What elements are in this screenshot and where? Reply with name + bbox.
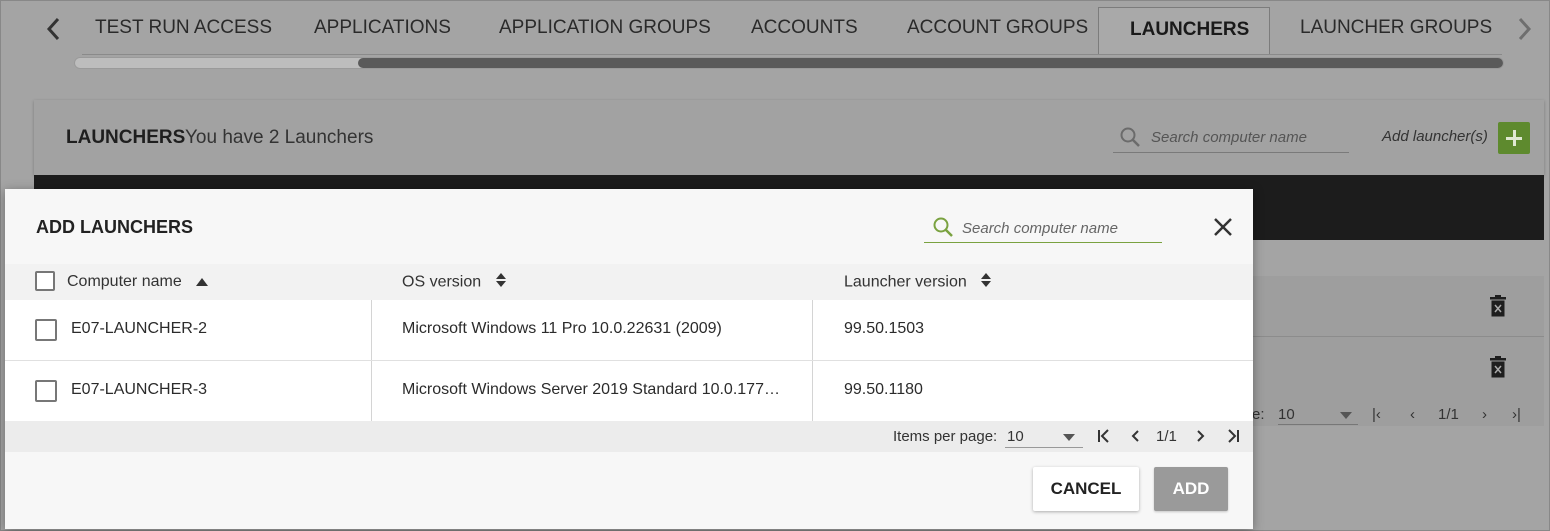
trash-icon[interactable] (1490, 356, 1506, 378)
column-divider (812, 361, 813, 421)
cell-os-version: Microsoft Windows 11 Pro 10.0.22631 (200… (402, 320, 722, 337)
chevron-down-icon (1340, 412, 1352, 419)
sort-icon[interactable] (495, 273, 506, 292)
dialog-search-input[interactable] (962, 218, 1157, 238)
items-per-page-select[interactable]: 10 (1005, 425, 1083, 448)
sort-ascending-icon[interactable] (196, 273, 209, 291)
row-checkbox[interactable] (35, 380, 57, 402)
first-page-icon[interactable] (1095, 427, 1113, 445)
chevron-right-icon[interactable] (1512, 14, 1536, 44)
close-icon[interactable] (1213, 217, 1233, 237)
dialog-header: ADD LAUNCHERS (5, 189, 1253, 265)
pager-label-partial: e: (1252, 406, 1265, 423)
column-header-launcher-version[interactable]: Launcher version (844, 273, 992, 292)
cell-computer-name: E07-LAUNCHER-2 (71, 320, 208, 337)
dialog-pager: Items per page: 10 1/1 (5, 421, 1253, 452)
tab-divider (82, 54, 1502, 55)
row-checkbox[interactable] (35, 319, 57, 341)
cell-computer-name: E07-LAUNCHER-3 (71, 381, 208, 398)
cell-launcher-version: 99.50.1180 (844, 381, 923, 398)
tab-account-groups[interactable]: ACCOUNT GROUPS (907, 8, 1088, 54)
add-launchers-dialog: ADD LAUNCHERS Computer name OS version L… (5, 189, 1253, 529)
page-indicator: 1/1 (1438, 406, 1459, 423)
tab-scrollbar-thumb[interactable] (358, 58, 1503, 68)
next-page-icon[interactable] (1191, 427, 1209, 445)
chevron-left-icon[interactable] (42, 14, 66, 44)
cell-os-version: Microsoft Windows Server 2019 Standard 1… (402, 381, 780, 398)
background-search-input[interactable] (1151, 126, 1341, 148)
items-per-page-label: Items per page: (893, 428, 998, 445)
column-divider (371, 300, 372, 360)
prev-page-icon[interactable]: ‹ (1410, 406, 1415, 423)
chevron-down-icon (1063, 434, 1075, 441)
dialog-search[interactable] (924, 212, 1162, 243)
column-header-os-version[interactable]: OS version (402, 273, 506, 292)
first-page-icon[interactable]: |‹ (1372, 406, 1381, 423)
last-page-icon[interactable]: ›| (1512, 406, 1521, 423)
sort-icon[interactable] (981, 273, 992, 292)
plus-icon[interactable] (1498, 122, 1530, 154)
items-per-page-value: 10 (1007, 428, 1024, 445)
last-page-icon[interactable] (1224, 427, 1242, 445)
table-row[interactable]: E07-LAUNCHER-2 Microsoft Windows 11 Pro … (5, 300, 1253, 361)
launchers-panel-header: LAUNCHERS You have 2 Launchers Add launc… (34, 100, 1544, 175)
background-search[interactable] (1113, 124, 1349, 153)
cell-launcher-version: 99.50.1503 (844, 320, 925, 337)
dialog-title: ADD LAUNCHERS (36, 217, 193, 237)
column-divider (371, 361, 372, 421)
select-all-checkbox[interactable] (35, 271, 55, 291)
panel-title: LAUNCHERS (66, 127, 186, 148)
page-indicator: 1/1 (1156, 428, 1177, 445)
column-divider (812, 300, 813, 360)
tab-test-run-access[interactable]: TEST RUN ACCESS (95, 8, 272, 54)
tab-launcher-groups[interactable]: LAUNCHER GROUPS (1300, 8, 1492, 54)
column-label: OS version (402, 273, 482, 291)
cancel-button[interactable]: CANCEL (1033, 467, 1139, 511)
column-label: Computer name (67, 273, 182, 291)
tab-applications[interactable]: APPLICATIONS (314, 8, 451, 54)
column-header-computer-name[interactable]: Computer name (67, 273, 209, 291)
search-icon (1119, 126, 1141, 153)
tab-accounts[interactable]: ACCOUNTS (751, 8, 858, 54)
next-page-icon[interactable]: › (1482, 406, 1487, 423)
search-icon (932, 216, 954, 243)
table-row[interactable]: E07-LAUNCHER-3 Microsoft Windows Server … (5, 361, 1253, 422)
column-label: Launcher version (844, 273, 967, 291)
items-per-page-value: 10 (1278, 406, 1295, 423)
tab-launchers[interactable]: LAUNCHERS (1098, 7, 1270, 55)
trash-icon[interactable] (1490, 295, 1506, 317)
add-button[interactable]: ADD (1154, 467, 1228, 511)
add-launchers-label[interactable]: Add launcher(s) (1382, 128, 1488, 145)
prev-page-icon[interactable] (1127, 427, 1145, 445)
dialog-table-header: Computer name OS version Launcher versio… (5, 264, 1253, 301)
tab-application-groups[interactable]: APPLICATION GROUPS (499, 8, 711, 54)
tab-bar: TEST RUN ACCESS APPLICATIONS APPLICATION… (0, 0, 1550, 56)
launcher-count-text: You have 2 Launchers (185, 127, 374, 148)
